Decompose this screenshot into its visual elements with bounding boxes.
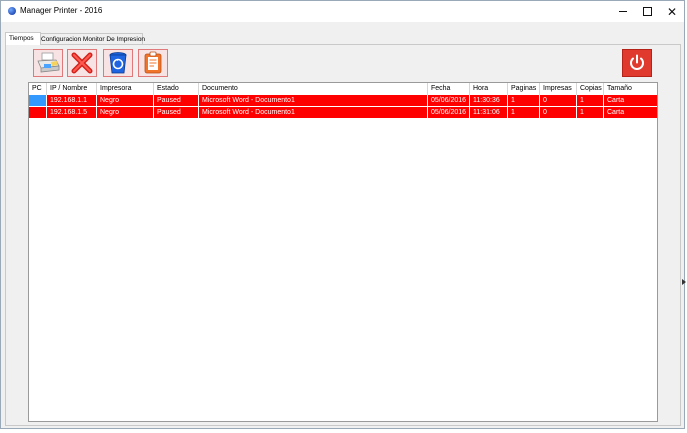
- cell-tamano[interactable]: Carta: [604, 95, 657, 107]
- app-icon: [8, 7, 16, 15]
- report-button[interactable]: [138, 49, 168, 77]
- cell-documento[interactable]: Microsoft Word - Documento1: [199, 107, 428, 119]
- cell-copias[interactable]: 1: [577, 95, 604, 107]
- cell-impresora[interactable]: Negro: [97, 95, 154, 107]
- column-header-impresas[interactable]: Impresas: [540, 83, 577, 95]
- column-header-copias[interactable]: Copias: [577, 83, 604, 95]
- close-icon: ✕: [666, 4, 678, 19]
- column-header-impresora[interactable]: Impresora: [97, 83, 154, 95]
- cell-fecha[interactable]: 05/06/2016: [428, 107, 470, 119]
- cell-ip[interactable]: 192.168.1.1: [47, 95, 97, 107]
- cell-impresas[interactable]: 0: [540, 95, 577, 107]
- printer-icon: [37, 52, 60, 73]
- close-button[interactable]: ✕: [658, 1, 686, 22]
- recycle-bin-icon: [109, 52, 127, 74]
- power-icon: [630, 54, 644, 70]
- cell-fecha[interactable]: 05/06/2016: [428, 95, 470, 107]
- power-off-button[interactable]: [622, 49, 652, 77]
- title-bar[interactable]: Manager Printer - 2016 ✕: [1, 1, 684, 22]
- print-jobs-grid[interactable]: PC IP / Nombre Impresora Estado Document…: [28, 82, 658, 422]
- cell-documento[interactable]: Microsoft Word - Documento1: [199, 95, 428, 107]
- cell-pc[interactable]: [29, 107, 47, 119]
- cell-estado[interactable]: Paused: [154, 107, 199, 119]
- maximize-icon: [642, 7, 652, 16]
- red-x-icon: [71, 52, 93, 74]
- cell-hora[interactable]: 11:31:06: [470, 107, 508, 119]
- maximize-button[interactable]: [633, 1, 661, 22]
- column-header-estado[interactable]: Estado: [154, 83, 199, 95]
- table-row[interactable]: 192.168.1.5 Negro Paused Microsoft Word …: [29, 107, 657, 119]
- cell-impresora[interactable]: Negro: [97, 107, 154, 119]
- app-window: Manager Printer - 2016 ✕ Tiempos Configu…: [0, 0, 685, 429]
- column-header-tamano[interactable]: Tamaño: [604, 83, 657, 95]
- cell-paginas[interactable]: 1: [508, 107, 540, 119]
- cell-paginas[interactable]: 1: [508, 95, 540, 107]
- column-header-ip[interactable]: IP / Nombre: [47, 83, 97, 95]
- recycle-button[interactable]: [103, 49, 133, 77]
- clipboard-report-icon: [144, 51, 162, 74]
- cancel-job-button[interactable]: [67, 49, 97, 77]
- column-header-pc[interactable]: PC: [29, 83, 47, 95]
- column-header-documento[interactable]: Documento: [199, 83, 428, 95]
- cell-impresas[interactable]: 0: [540, 107, 577, 119]
- tab-page-tiempos: PC IP / Nombre Impresora Estado Document…: [5, 44, 681, 426]
- column-header-paginas[interactable]: Paginas: [508, 83, 540, 95]
- print-button[interactable]: [33, 49, 63, 77]
- cell-copias[interactable]: 1: [577, 107, 604, 119]
- tab-tiempos[interactable]: Tiempos: [5, 32, 41, 45]
- cell-tamano[interactable]: Carta: [604, 107, 657, 119]
- column-header-fecha[interactable]: Fecha: [428, 83, 470, 95]
- table-row[interactable]: 192.168.1.1 Negro Paused Microsoft Word …: [29, 95, 657, 107]
- cell-estado[interactable]: Paused: [154, 95, 199, 107]
- column-header-hora[interactable]: Hora: [470, 83, 508, 95]
- cell-pc[interactable]: [29, 95, 47, 107]
- window-title: Manager Printer - 2016: [20, 6, 103, 15]
- resize-arrow-icon: [682, 279, 686, 285]
- cell-ip[interactable]: 192.168.1.5: [47, 107, 97, 119]
- minimize-icon: [619, 11, 627, 12]
- cell-hora[interactable]: 11:30:36: [470, 95, 508, 107]
